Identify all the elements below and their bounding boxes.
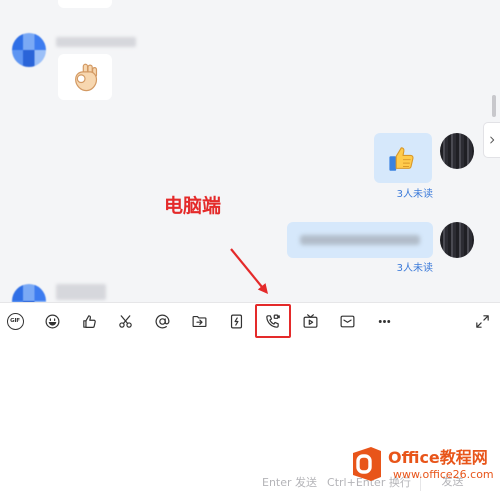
side-panel-toggle[interactable] bbox=[483, 122, 500, 158]
sender-name-blurred bbox=[56, 284, 106, 300]
message-bubble[interactable] bbox=[58, 54, 112, 100]
emoji-button[interactable] bbox=[38, 307, 66, 335]
thumbs-up-icon bbox=[82, 314, 96, 328]
like-button[interactable] bbox=[75, 307, 103, 335]
expand-input-button[interactable] bbox=[468, 307, 496, 335]
expand-icon bbox=[475, 314, 489, 328]
input-toolbar: GIF bbox=[0, 302, 500, 338]
gif-button[interactable]: GIF bbox=[1, 307, 29, 335]
at-mention-icon bbox=[155, 314, 169, 328]
mail-icon bbox=[340, 315, 354, 327]
message-bubble[interactable] bbox=[374, 133, 432, 183]
mention-button[interactable] bbox=[148, 307, 176, 335]
watermark-brand: Office教程网 bbox=[388, 448, 488, 467]
chat-window: 3人未读 3人未读 GIF Enter 发送 Ctrl+Enter 换行 发送 … bbox=[0, 0, 500, 491]
scissors-icon bbox=[118, 314, 132, 328]
screenshot-button[interactable] bbox=[111, 307, 139, 335]
read-status[interactable]: 3人未读 bbox=[397, 259, 433, 274]
avatar[interactable] bbox=[12, 33, 46, 67]
more-button[interactable] bbox=[370, 307, 398, 335]
avatar[interactable] bbox=[440, 133, 474, 169]
office-logo-icon bbox=[353, 447, 381, 481]
annotation-label: 电脑端 bbox=[164, 195, 222, 217]
folder-send-icon bbox=[192, 315, 206, 327]
ok-hand-sticker bbox=[75, 63, 98, 92]
thumbs-up-sticker bbox=[389, 147, 414, 171]
chevron-right-icon bbox=[490, 136, 495, 144]
read-status[interactable]: 3人未读 bbox=[397, 185, 433, 200]
mail-button[interactable] bbox=[333, 307, 361, 335]
watermark-url: www.office26.com bbox=[393, 468, 494, 481]
send-file-button[interactable] bbox=[185, 307, 213, 335]
highlight-box bbox=[255, 304, 291, 338]
video-button[interactable] bbox=[296, 307, 324, 335]
send-hint: Enter 发送 bbox=[262, 476, 318, 489]
scrollbar[interactable] bbox=[492, 95, 496, 117]
video-play-icon bbox=[303, 313, 317, 328]
avatar[interactable] bbox=[12, 284, 46, 302]
message-text-blurred bbox=[300, 235, 420, 245]
more-icon bbox=[378, 319, 390, 323]
message-bubble-cropped[interactable] bbox=[58, 0, 112, 8]
emoji-icon bbox=[45, 314, 59, 328]
flash-doc-button[interactable] bbox=[222, 307, 250, 335]
flash-doc-icon bbox=[230, 314, 242, 328]
avatar[interactable] bbox=[440, 222, 474, 258]
sender-name-blurred bbox=[56, 37, 136, 47]
gif-icon: GIF bbox=[6, 312, 24, 330]
message-list[interactable]: 3人未读 3人未读 bbox=[0, 0, 500, 302]
message-bubble[interactable] bbox=[287, 222, 433, 258]
